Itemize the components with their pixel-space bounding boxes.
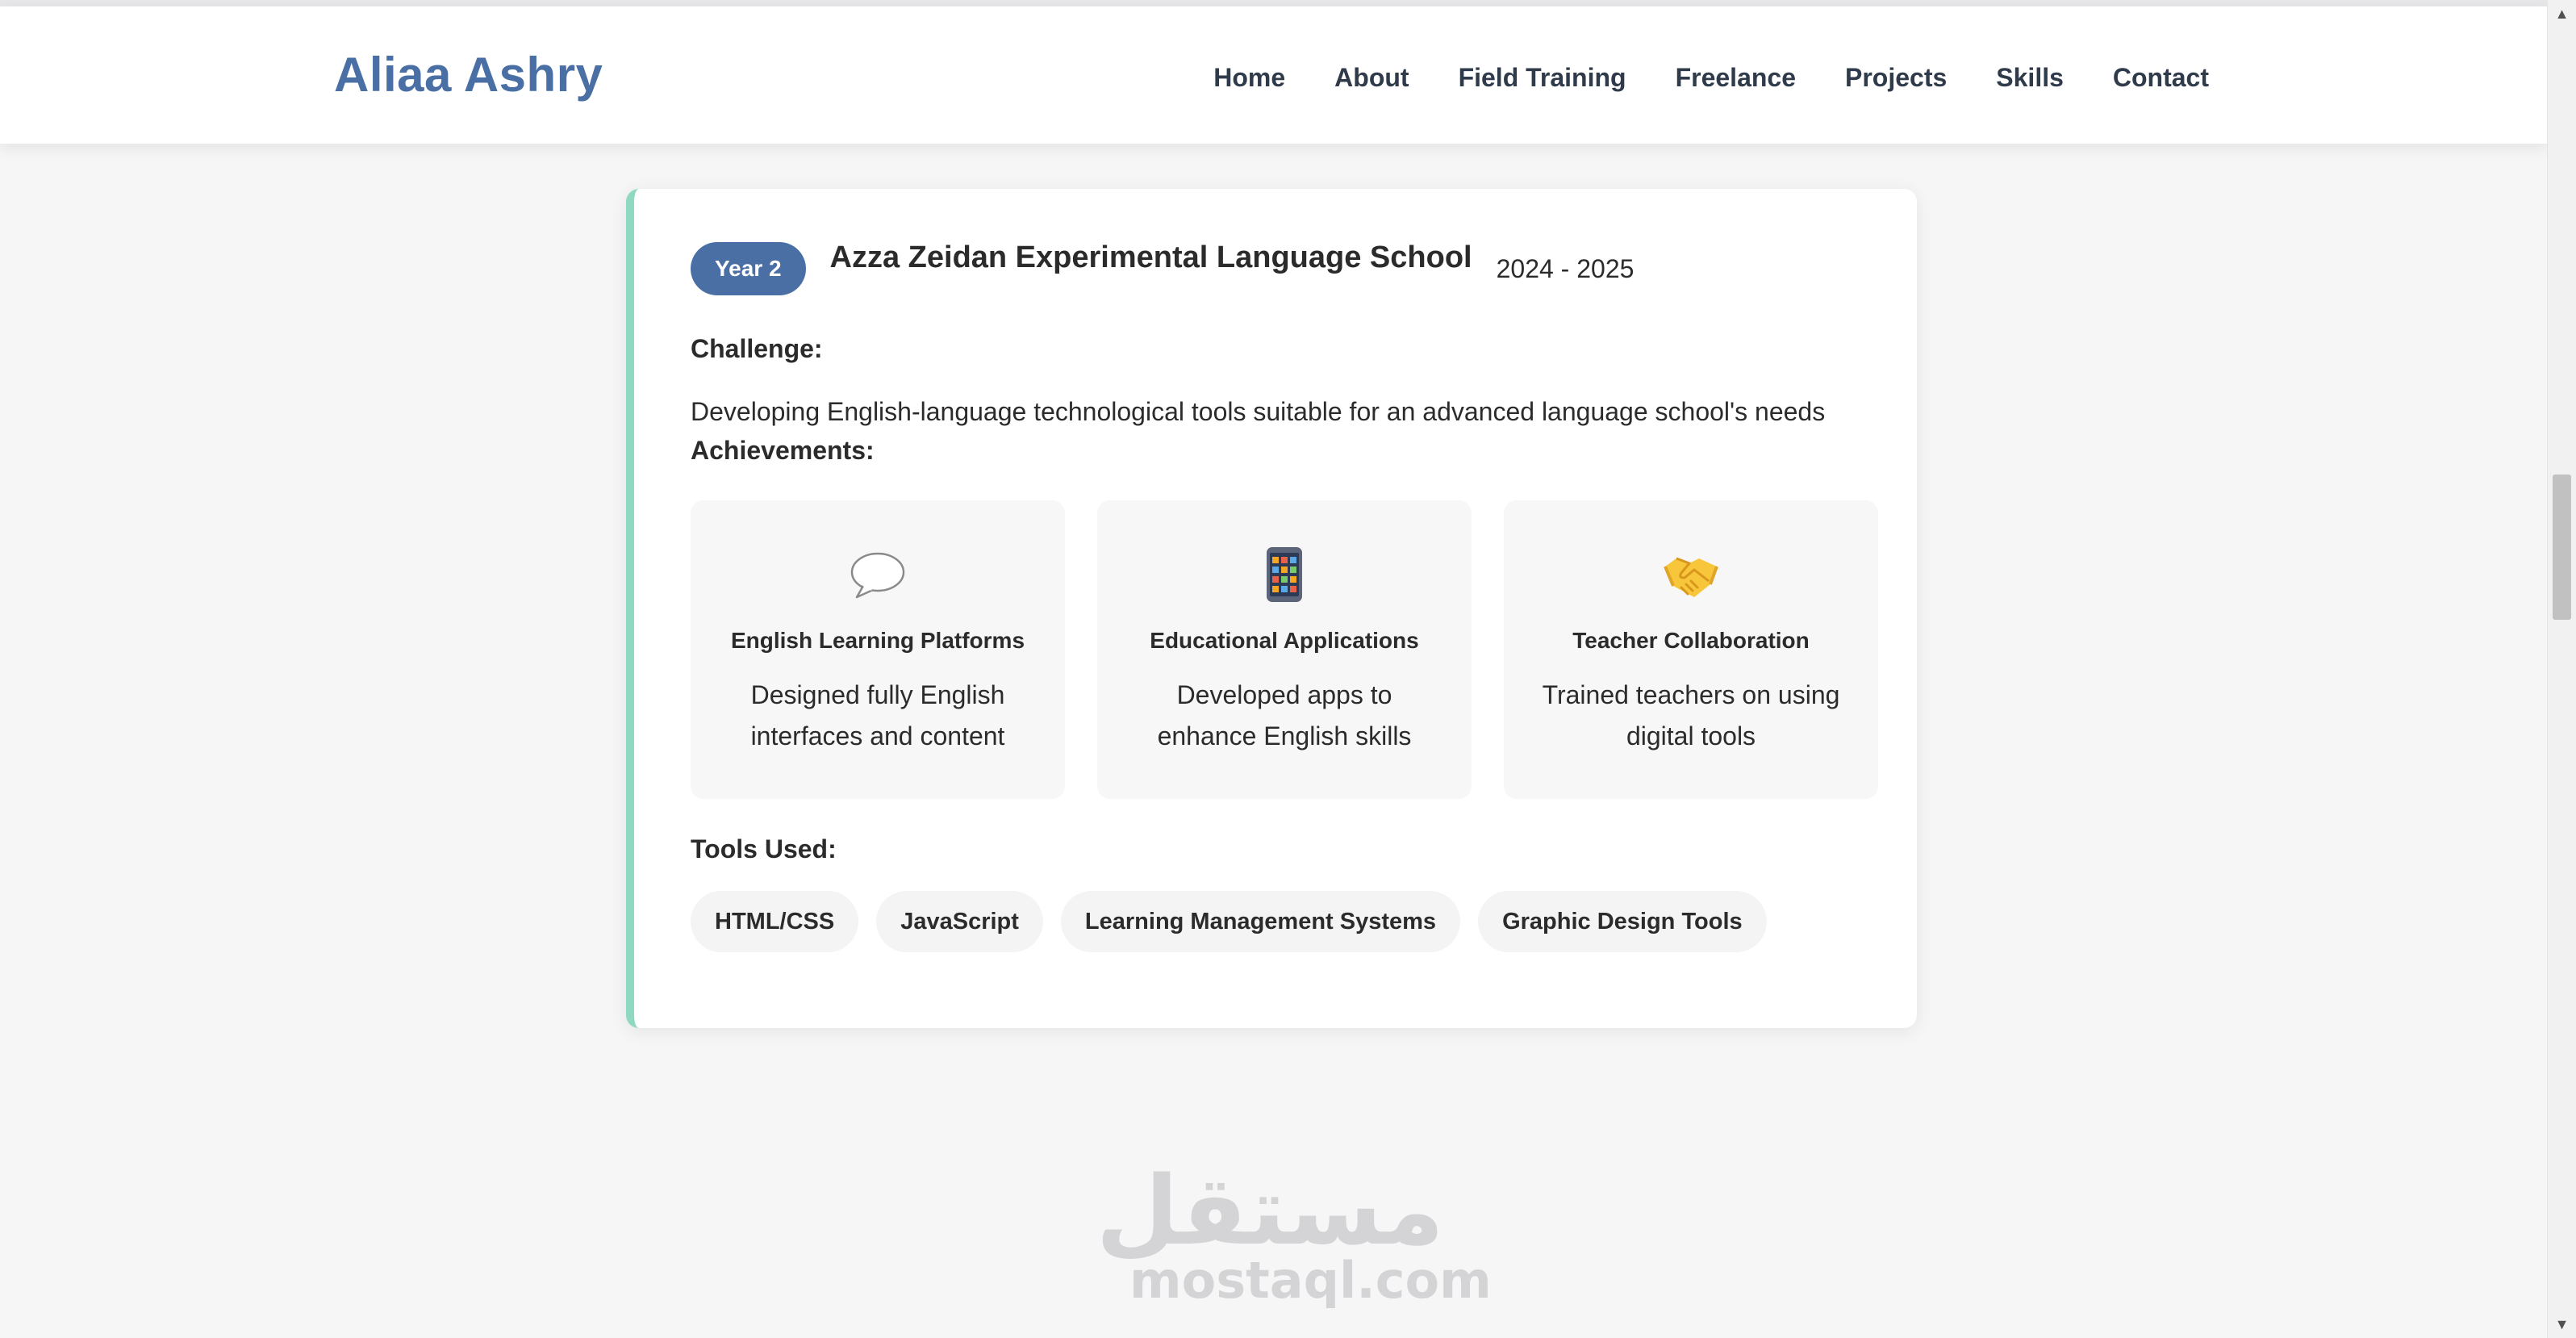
tool-tag: JavaScript: [876, 891, 1043, 952]
tool-tag: Graphic Design Tools: [1478, 891, 1767, 952]
card-header: Year 2 Azza Zeidan Experimental Language…: [691, 240, 1635, 295]
challenge-text: Developing English-language technologica…: [691, 397, 1826, 426]
achievements-label: Achievements:: [691, 436, 875, 465]
nav-freelance[interactable]: Freelance: [1676, 63, 1796, 93]
training-card: Year 2 Azza Zeidan Experimental Language…: [626, 189, 1917, 1028]
scroll-thumb[interactable]: [2553, 475, 2571, 620]
nav-home[interactable]: Home: [1213, 63, 1285, 93]
challenge-label: Challenge:: [691, 334, 823, 363]
school-name: Azza Zeidan Experimental Language School: [829, 240, 1472, 274]
nav-contact[interactable]: Contact: [2113, 63, 2209, 93]
tools-list: HTML/CSS JavaScript Learning Management …: [691, 891, 1767, 952]
achievement-title: Teacher Collaboration: [1572, 628, 1810, 653]
scroll-down-icon[interactable]: ▼: [2548, 1311, 2576, 1338]
achievement-desc: Designed fully English interfaces and co…: [750, 680, 1005, 751]
date-range: 2024 - 2025: [1496, 253, 1635, 283]
nav-field-training[interactable]: Field Training: [1459, 63, 1626, 93]
nav-about[interactable]: About: [1334, 63, 1409, 93]
achievement-desc: Developed apps to enhance English skills: [1157, 680, 1412, 751]
achievement-card: Educational Applications Developed apps …: [1097, 500, 1472, 799]
achievement-card: Teacher Collaboration Trained teachers o…: [1504, 500, 1878, 799]
vertical-scrollbar[interactable]: ▲ ▼: [2547, 0, 2576, 1338]
scroll-up-icon[interactable]: ▲: [2548, 0, 2576, 27]
site-logo[interactable]: Aliaa Ashry: [334, 47, 603, 102]
top-border: [0, 0, 2548, 6]
nav-skills[interactable]: Skills: [1996, 63, 2064, 93]
tools-label: Tools Used:: [691, 834, 837, 863]
watermark-arabic: مستقل: [1096, 1155, 1444, 1266]
speech-bubble-icon: [850, 552, 905, 599]
tool-tag: Learning Management Systems: [1060, 891, 1461, 952]
handshake-icon: [1664, 557, 1718, 597]
achievement-desc: Trained teachers on using digital tools: [1542, 680, 1840, 751]
achievement-title: English Learning Platforms: [730, 628, 1025, 653]
achievement-title: Educational Applications: [1150, 628, 1419, 653]
achievements-grid: English Learning Platforms Designed full…: [691, 500, 1878, 799]
tool-tag: HTML/CSS: [691, 891, 859, 952]
main-nav: Home About Field Training Freelance Proj…: [1213, 63, 2209, 93]
achievement-card: English Learning Platforms Designed full…: [691, 500, 1065, 799]
site-header: Aliaa Ashry Home About Field Training Fr…: [0, 6, 2548, 144]
watermark-latin: mostaql.com: [1129, 1251, 1492, 1310]
year-badge: Year 2: [691, 242, 806, 295]
mostaql-watermark: مستقل mostaql.com: [1096, 1155, 1492, 1310]
nav-projects[interactable]: Projects: [1845, 63, 1947, 93]
tablet-app-icon: [1267, 547, 1302, 602]
